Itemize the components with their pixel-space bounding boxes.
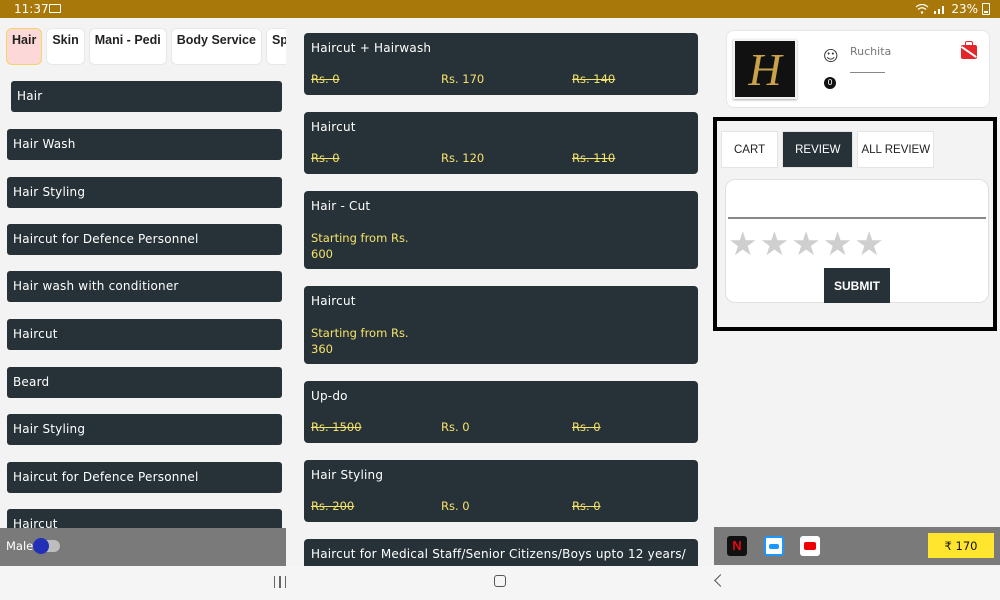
price-original: Rs. 0	[311, 72, 340, 86]
salon-logo: H	[733, 39, 797, 99]
price-from: Starting from Rs. 600	[311, 230, 431, 262]
signal-icon	[934, 6, 945, 14]
tab-skin[interactable]: Skin	[46, 28, 85, 65]
service-item[interactable]: Haircut	[7, 319, 282, 350]
nav-bar	[0, 566, 1000, 600]
app-main: Hair Skin Mani - Pedi Body Service Spa H…	[0, 18, 1000, 566]
tab-review[interactable]: REVIEW	[782, 131, 854, 168]
recent-apps-icon[interactable]	[274, 576, 286, 588]
price-original: Rs. 0	[311, 151, 340, 165]
price-current: Rs. 0	[441, 499, 470, 513]
price-original: Rs. 200	[311, 499, 355, 513]
price-discount: Rs. 110	[572, 151, 616, 165]
tab-hair[interactable]: Hair	[6, 28, 43, 65]
netflix-icon[interactable]: N	[727, 536, 747, 556]
gender-toggle[interactable]	[33, 538, 60, 554]
wifi-icon	[915, 4, 929, 14]
star-icon[interactable]: ★	[791, 226, 821, 262]
price-from-label: Starting from Rs.	[311, 326, 409, 340]
price-discount: Rs. 0	[572, 499, 601, 513]
service-item[interactable]: Hair Styling	[7, 177, 282, 208]
price-discount: Rs. 140	[572, 72, 616, 86]
status-bar: 11:37 23%	[0, 0, 1000, 18]
youtube-icon[interactable]	[800, 536, 820, 556]
price-current: Rs. 170	[441, 72, 485, 86]
price-from: Starting from Rs. 360	[311, 325, 431, 357]
bottom-bar: N ₹ 170	[714, 527, 1000, 565]
cart-off-icon[interactable]	[961, 41, 977, 59]
package-title: Up-do	[311, 389, 348, 403]
package-card[interactable]: Haircut for Medical Staff/Senior Citizen…	[304, 539, 698, 566]
user-name: Ruchita	[850, 45, 892, 58]
star-icon[interactable]: ★	[728, 226, 758, 262]
service-item[interactable]: Hair Wash	[7, 129, 282, 160]
package-card[interactable]: Haircut + Hairwash Rs. 0 Rs. 170 Rs. 140	[304, 33, 698, 95]
service-item[interactable]: Hair	[11, 81, 282, 112]
back-icon[interactable]	[714, 574, 727, 587]
star-icon[interactable]: ★	[823, 226, 853, 262]
package-card[interactable]: Hair - Cut Starting from Rs. 600	[304, 191, 698, 269]
price-from-label: Starting from Rs.	[311, 231, 409, 245]
package-title: Hair Styling	[311, 468, 384, 482]
package-title: Haircut	[311, 120, 356, 134]
service-item[interactable]: Beard	[7, 367, 282, 398]
package-list: Haircut + Hairwash Rs. 0 Rs. 170 Rs. 140…	[296, 18, 706, 566]
tab-all-review[interactable]: ALL REVIEW	[857, 131, 935, 168]
battery-icon	[982, 3, 990, 15]
star-icon[interactable]: ★	[760, 226, 790, 262]
tab-mani-pedi[interactable]: Mani - Pedi	[88, 28, 167, 65]
service-item[interactable]: Hair wash with conditioner	[7, 271, 282, 302]
name-underline	[850, 72, 885, 73]
smile-icon: ☺	[823, 47, 839, 65]
package-title: Hair - Cut	[311, 199, 371, 213]
prime-video-icon[interactable]	[764, 536, 784, 556]
gender-label: Male	[6, 539, 34, 553]
left-panel: Hair Skin Mani - Pedi Body Service Spa H…	[0, 18, 286, 566]
star-rating: ★ ★ ★ ★ ★	[728, 226, 884, 262]
package-title: Haircut for Medical Staff/Senior Citizen…	[311, 547, 686, 561]
service-item[interactable]: Haircut for Defence Personnel	[7, 462, 282, 493]
price-current: Rs. 120	[441, 151, 485, 165]
review-tabs: CART REVIEW ALL REVIEW	[721, 131, 935, 168]
toggle-knob	[33, 538, 49, 554]
price-discount: Rs. 0	[572, 420, 601, 434]
package-card[interactable]: Up-do Rs. 1500 Rs. 0 Rs. 0	[304, 381, 698, 443]
tab-cart[interactable]: CART	[721, 131, 779, 168]
package-title: Haircut + Hairwash	[311, 41, 432, 55]
price-from-amount: 360	[311, 342, 333, 356]
star-icon[interactable]: ★	[854, 226, 884, 262]
gender-bar: Male	[0, 528, 286, 566]
price-from-amount: 600	[311, 247, 333, 261]
review-form: ★ ★ ★ ★ ★ SUBMIT	[725, 179, 989, 303]
review-panel: CART REVIEW ALL REVIEW ★ ★ ★ ★ ★ SUBMIT	[713, 117, 997, 331]
package-title: Haircut	[311, 294, 356, 308]
price-original: Rs. 1500	[311, 420, 362, 434]
package-card[interactable]: Haircut Rs. 0 Rs. 120 Rs. 110	[304, 112, 698, 174]
submit-button[interactable]: SUBMIT	[824, 268, 890, 303]
right-panel: H ☺ 0 Ruchita CART REVIEW ALL REVIEW ★ ★…	[713, 18, 1000, 566]
review-input[interactable]	[728, 217, 986, 219]
clock: 11:37	[14, 2, 49, 16]
package-card[interactable]: Hair Styling Rs. 200 Rs. 0 Rs. 0	[304, 460, 698, 522]
price-current: Rs. 0	[441, 420, 470, 434]
category-tabs: Hair Skin Mani - Pedi Body Service Spa	[6, 28, 286, 65]
profile-card: H ☺ 0 Ruchita	[726, 30, 990, 108]
image-notification-icon	[49, 4, 61, 13]
service-item[interactable]: Haircut for Defence Personnel	[7, 224, 282, 255]
tab-spa[interactable]: Spa	[265, 28, 286, 65]
package-card[interactable]: Haircut Starting from Rs. 360	[304, 286, 698, 364]
battery-percent: 23%	[951, 2, 978, 16]
service-item[interactable]: Hair Styling	[7, 414, 282, 445]
cart-total[interactable]: ₹ 170	[928, 533, 994, 558]
tab-body-service[interactable]: Body Service	[170, 28, 262, 65]
count-badge: 0	[824, 77, 836, 89]
home-icon[interactable]	[494, 575, 506, 587]
